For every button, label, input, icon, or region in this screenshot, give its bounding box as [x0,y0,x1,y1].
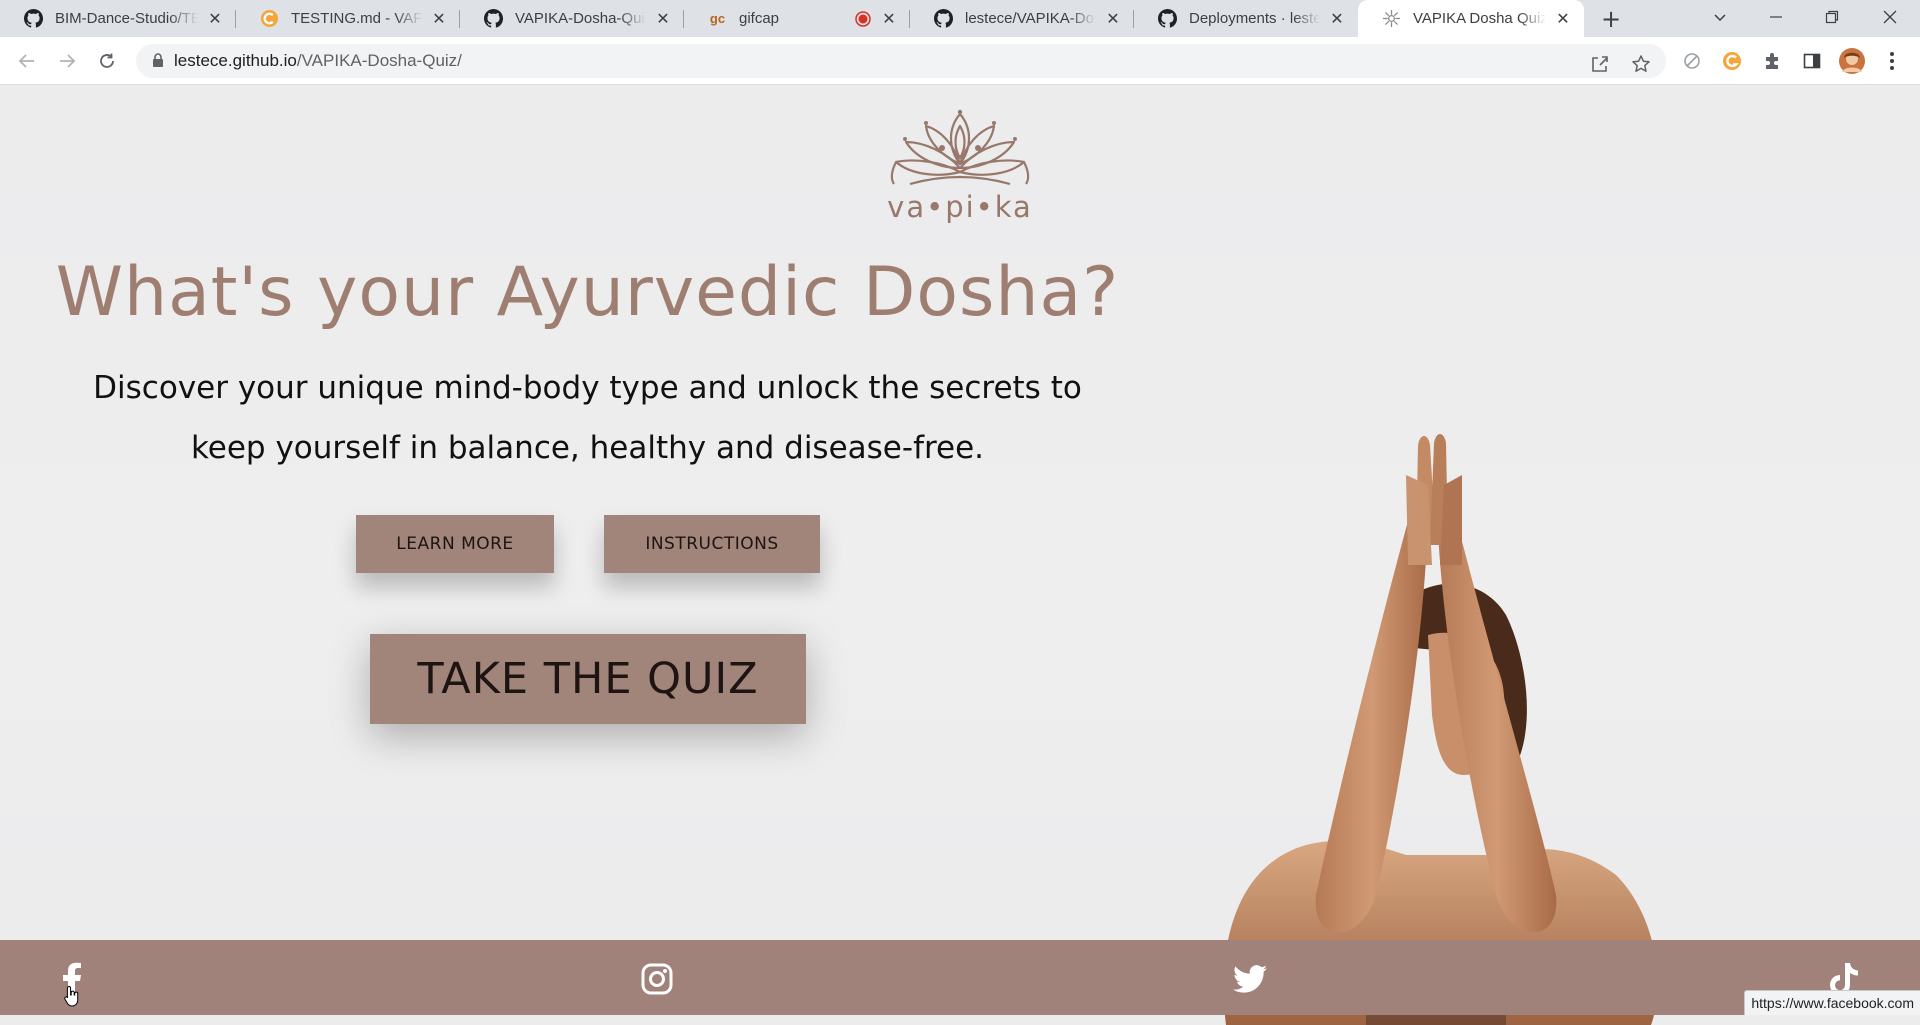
tab-title: VAPIKA Dosha Quiz [1413,10,1546,27]
browser-tab-strip: BIM-Dance-Studio/TE ✕ TESTING.md - VAPIK… [0,0,1920,37]
new-tab-button[interactable]: + [1598,5,1624,33]
tab-title: lestece/VAPIKA-Dosh [965,10,1096,27]
extension-g-icon[interactable] [1719,48,1745,74]
restore-button[interactable] [1804,0,1860,33]
close-window-button[interactable] [1862,0,1918,33]
url-path: /VAPIKA-Dosha-Quiz/ [296,51,462,70]
page-content: va•pi•ka What's your Ayurvedic Dosha? Di… [0,85,1920,1025]
close-icon[interactable]: ✕ [206,10,224,28]
instructions-button[interactable]: INSTRUCTIONS [604,515,820,573]
close-icon[interactable]: ✕ [1104,10,1122,28]
minimize-button[interactable] [1748,0,1804,33]
tab-gifcap[interactable]: gc gifcap ✕ [684,0,910,37]
lock-icon[interactable] [152,52,164,71]
tab-bim-dance-studio[interactable]: BIM-Dance-Studio/TE ✕ [0,0,236,37]
bookmark-star-icon[interactable] [1628,51,1654,77]
browser-toolbar: lestece.github.io/VAPIKA-Dosha-Quiz/ [0,37,1920,85]
page-title: What's your Ayurvedic Dosha? [55,253,1120,332]
logo-wordmark: va•pi•ka [887,190,1033,224]
recording-icon [853,9,872,28]
tab-deployments[interactable]: Deployments · lestece ✕ [1134,0,1358,37]
hand-cursor-icon [64,985,79,1007]
vapika-logo[interactable]: va•pi•ka [880,108,1040,228]
url-text: lestece.github.io/VAPIKA-Dosha-Quiz/ [174,51,462,71]
take-the-quiz-button[interactable]: TAKE THE QUIZ [370,634,806,724]
close-icon[interactable]: ✕ [430,10,448,28]
yoga-woman-image [1223,434,1658,1025]
url-host: lestece.github.io [174,51,297,70]
tab-title: Deployments · lestece [1189,10,1320,27]
github-icon [934,9,953,28]
tab-title: VAPIKA-Dosha-Quiz/T [515,10,646,27]
close-icon[interactable]: ✕ [654,10,672,28]
github-icon [484,9,503,28]
vapika-icon [1382,9,1401,28]
tab-lestece-vapika[interactable]: lestece/VAPIKA-Dosh ✕ [910,0,1134,37]
footer [0,940,1920,1015]
github-icon [1158,9,1177,28]
reload-button[interactable] [93,47,121,75]
twitter-icon[interactable] [1232,961,1268,997]
tab-search-button[interactable] [1692,0,1748,33]
intro-line-2: keep yourself in balance, healthy and di… [190,430,985,466]
close-icon[interactable]: ✕ [880,10,898,28]
menu-kebab-icon[interactable] [1879,48,1905,74]
blocked-icon[interactable] [1679,48,1705,74]
extensions-puzzle-icon[interactable] [1759,48,1785,74]
gitbook-icon [260,9,279,28]
gifcap-icon: gc [709,11,726,26]
intro-text: Discover your unique mind-body type and … [40,358,1135,478]
address-bar[interactable]: lestece.github.io/VAPIKA-Dosha-Quiz/ [136,44,1666,78]
side-panel-icon[interactable] [1799,48,1825,74]
github-icon [24,9,43,28]
tab-title: gifcap [739,10,780,27]
close-icon[interactable]: ✕ [1328,10,1346,28]
tab-vapika-dosha-quiz-active[interactable]: VAPIKA Dosha Quiz ✕ [1358,0,1584,37]
mandala-lotus-icon [890,109,1030,186]
share-icon[interactable] [1587,51,1613,77]
forward-button[interactable] [53,47,81,75]
tab-title: TESTING.md - VAPIKA [291,10,422,27]
profile-avatar[interactable] [1839,48,1865,74]
intro-line-1: Discover your unique mind-body type and … [93,370,1082,406]
back-button[interactable] [13,47,41,75]
tab-title: BIM-Dance-Studio/TE [55,10,198,27]
learn-more-button[interactable]: LEARN MORE [356,515,554,573]
close-icon[interactable]: ✕ [1554,10,1572,28]
link-status-bar: https://www.facebook.com [1744,990,1920,1015]
tab-vapika-dosha-quiz-repo[interactable]: VAPIKA-Dosha-Quiz/T ✕ [460,0,684,37]
instagram-icon[interactable] [639,961,675,997]
tab-testing-md[interactable]: TESTING.md - VAPIKA ✕ [236,0,460,37]
